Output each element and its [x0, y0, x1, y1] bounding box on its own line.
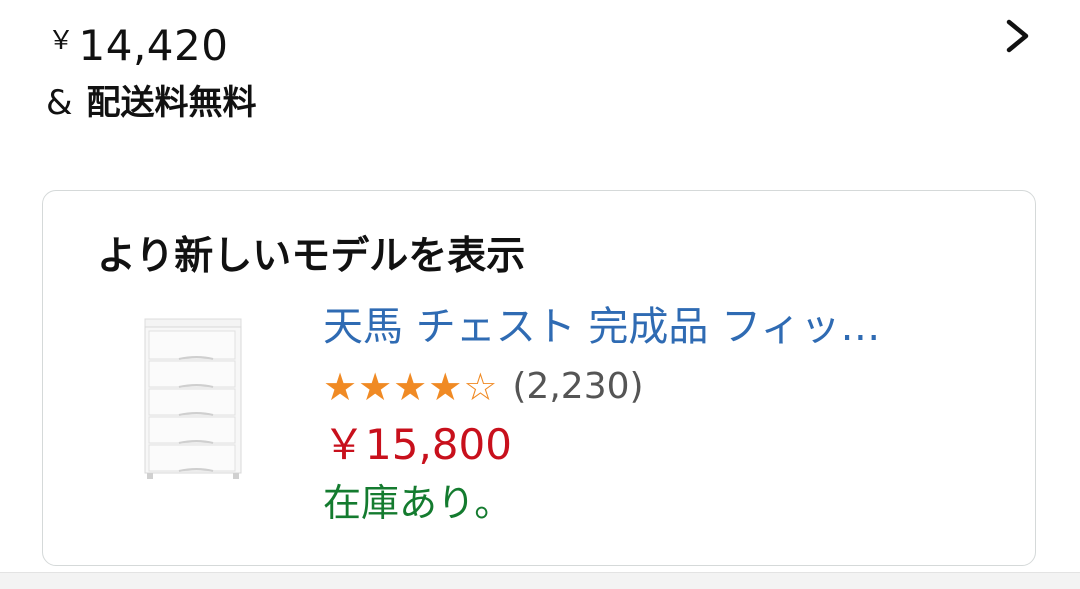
product-title-link[interactable]: 天馬 チェスト 完成品 フィッ… [323, 299, 1003, 355]
ampersand: & [46, 83, 73, 123]
shipping-info: & 配送料無料 [46, 78, 257, 128]
offer-price-value: 14,420 [78, 21, 229, 70]
newer-model-card[interactable]: より新しいモデルを表示 天馬 チェスト 完成品 フィッ… ★ ★ ★ ★ ☆ (2,23… [42, 190, 1036, 566]
star-filled-icon: ★ [323, 365, 358, 409]
chevron-right-icon[interactable] [996, 14, 1040, 58]
product-info: 天馬 チェスト 完成品 フィッ… ★ ★ ★ ★ ☆ (2,230) ￥15,800 在… [323, 299, 1003, 531]
rating-row[interactable]: ★ ★ ★ ★ ☆ (2,230) [323, 359, 1003, 415]
product-price: ￥15,800 [323, 420, 512, 469]
offer-row[interactable]: ￥14,420 & 配送料無料 [0, 0, 1080, 160]
offer-price: ￥14,420 [48, 12, 228, 71]
star-empty-icon: ☆ [463, 365, 498, 409]
next-section-edge [0, 572, 1080, 589]
newer-model-heading: より新しいモデルを表示 [97, 234, 526, 279]
star-filled-icon: ★ [428, 365, 463, 409]
free-shipping-label: 配送料無料 [86, 83, 257, 123]
availability-status: 在庫あり。 [323, 481, 513, 525]
product-thumbnail[interactable] [141, 317, 245, 483]
currency-symbol: ￥ [48, 26, 75, 56]
star-filled-icon: ★ [358, 365, 393, 409]
star-rating: ★ ★ ★ ★ ☆ [323, 362, 498, 412]
star-filled-icon: ★ [393, 365, 428, 409]
review-count: (2,230) [512, 366, 644, 407]
